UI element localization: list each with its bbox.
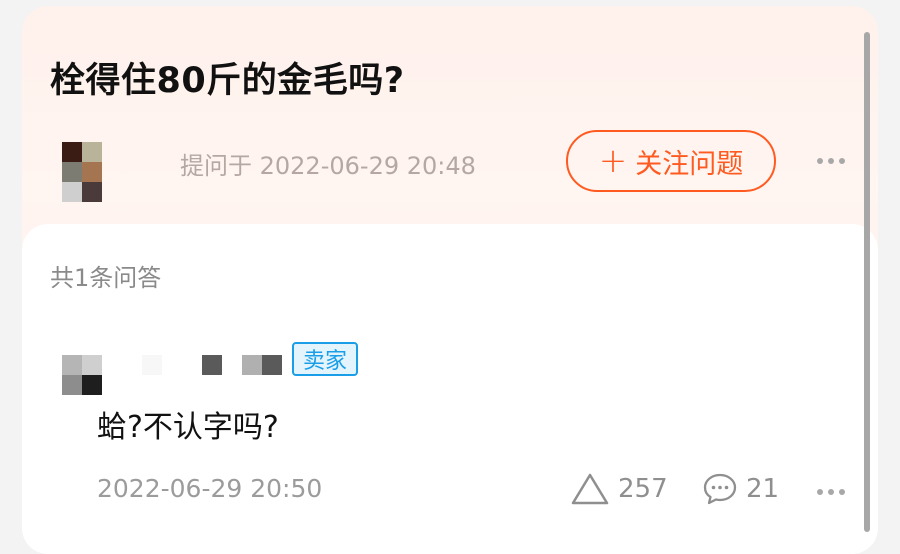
follow-question-label: 关注问题 bbox=[635, 148, 744, 180]
asked-time: 提问于 2022-06-29 20:48 bbox=[180, 152, 476, 180]
answer-more-icon[interactable] bbox=[817, 489, 845, 495]
scrollbar[interactable] bbox=[864, 32, 870, 532]
seller-badge: 卖家 bbox=[292, 342, 358, 376]
answer-count: 共1条问答 bbox=[50, 264, 162, 292]
question-title: 栓得住80斤的金毛吗? bbox=[50, 61, 405, 101]
like-button[interactable]: 257 bbox=[570, 472, 668, 506]
asker-avatar[interactable] bbox=[62, 142, 102, 202]
plus-icon: + bbox=[598, 141, 628, 181]
comment-count: 21 bbox=[746, 474, 780, 504]
comment-button[interactable]: 21 bbox=[702, 472, 779, 506]
like-count: 257 bbox=[618, 474, 668, 504]
question-more-icon[interactable] bbox=[817, 158, 845, 164]
answer-time: 2022-06-29 20:50 bbox=[97, 474, 323, 503]
triangle-up-icon bbox=[571, 473, 609, 505]
follow-question-button[interactable]: + 关注问题 bbox=[566, 130, 776, 192]
answer-text: 蛤?不认字吗? bbox=[97, 410, 279, 445]
comment-bubble-icon bbox=[703, 473, 737, 505]
